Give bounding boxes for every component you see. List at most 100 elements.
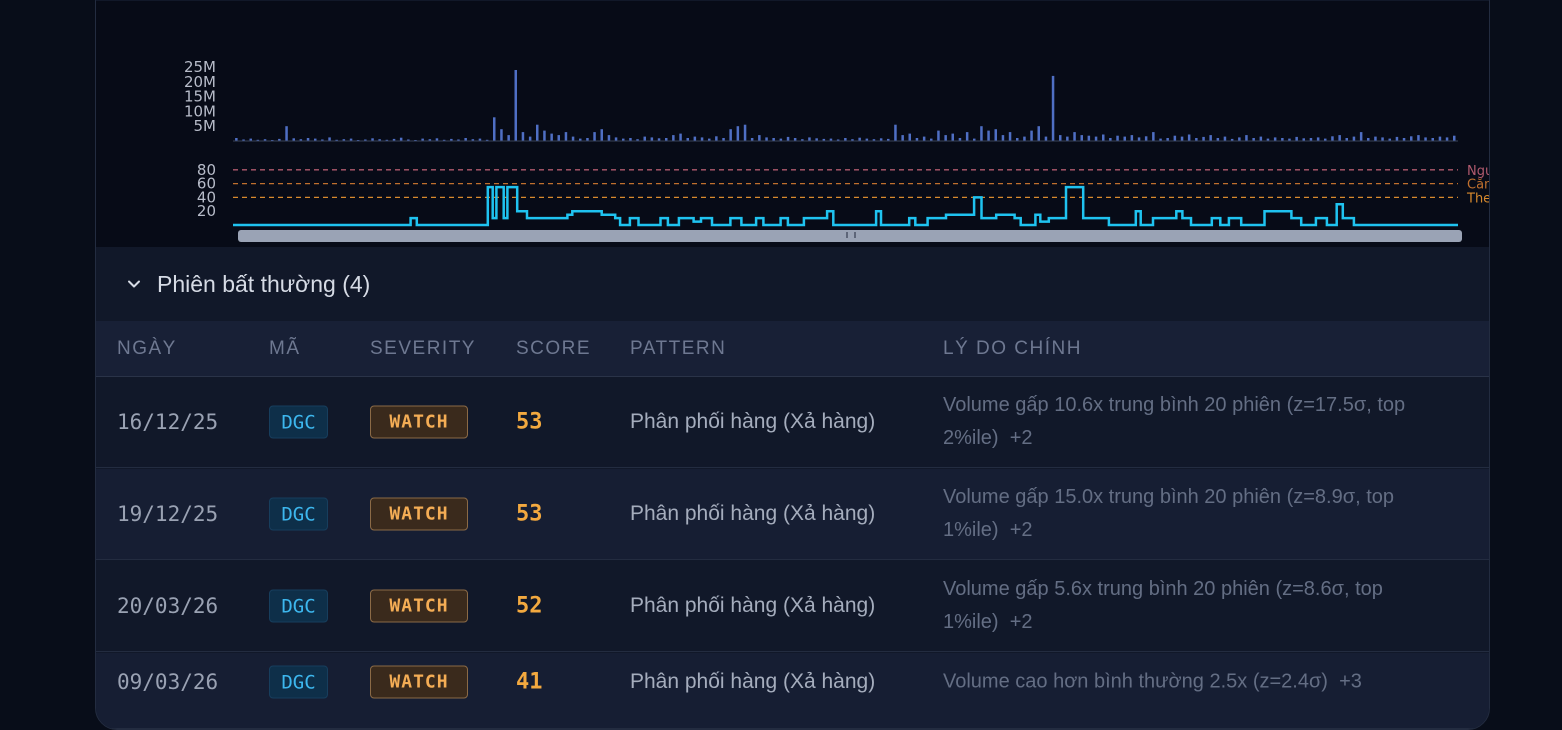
more-reasons-link[interactable]: +2 — [1010, 519, 1033, 541]
volume-bar — [1001, 135, 1005, 141]
volume-bar — [500, 129, 503, 141]
volume-bar — [328, 137, 331, 141]
volume-bar — [528, 136, 532, 141]
more-reasons-link[interactable]: +2 — [1010, 611, 1033, 633]
ticker-badge[interactable]: DGC — [269, 405, 328, 439]
anomaly-section-header[interactable]: Phiên bất thường (4) — [96, 247, 1489, 321]
header-score[interactable]: SCORE — [516, 338, 591, 360]
volume-bar — [1066, 136, 1069, 141]
table-row[interactable]: 09/03/26 DGC WATCH 41 Phân phối hàng (Xả… — [96, 653, 1489, 729]
row-score: 41 — [516, 669, 543, 695]
volume-bar — [557, 135, 560, 141]
header-ticker[interactable]: MÃ — [269, 338, 301, 360]
volume-bar — [743, 124, 747, 141]
volume-bar — [1381, 137, 1384, 141]
volume-bar — [1445, 137, 1449, 141]
score-tick-label: 20 — [197, 202, 216, 220]
header-pattern[interactable]: PATTERN — [630, 338, 726, 360]
volume-bar — [614, 137, 618, 141]
header-severity[interactable]: SEVERITY — [370, 338, 476, 360]
row-reason: Volume gấp 10.6x trung bình 20 phiên (z=… — [943, 389, 1473, 455]
row-pattern: Phân phối hàng (Xả hàng) — [630, 502, 876, 525]
volume-bar — [937, 130, 940, 141]
volume-bar — [1144, 136, 1148, 141]
volume-bar — [693, 136, 697, 141]
row-date: 20/03/26 — [117, 594, 219, 618]
volume-bar — [607, 135, 611, 141]
volume-bar — [1094, 136, 1098, 141]
table-row[interactable]: 20/03/26 DGC WATCH 52 Phân phối hàng (Xả… — [96, 561, 1489, 652]
table-row[interactable]: 16/12/25 DGC WATCH 53 Phân phối hàng (Xả… — [96, 377, 1489, 468]
volume-bar — [808, 137, 811, 141]
volume-bar — [514, 70, 517, 141]
volume-bar — [600, 129, 603, 141]
threshold-label: Ngu — [1467, 164, 1489, 179]
chart-range-scrollbar[interactable] — [238, 230, 1462, 242]
severity-badge: WATCH — [370, 405, 468, 439]
row-pattern: Phân phối hàng (Xả hàng) — [630, 410, 876, 433]
volume-bar — [536, 124, 539, 141]
volume-bar — [550, 133, 553, 141]
volume-bar — [1453, 135, 1456, 141]
volume-bar — [643, 136, 646, 141]
more-reasons-link[interactable]: +2 — [1010, 427, 1033, 449]
volume-bar — [1331, 136, 1334, 141]
volume-bar — [1087, 135, 1091, 141]
volume-bar — [1359, 132, 1363, 141]
row-date: 09/03/26 — [117, 670, 219, 694]
score-series-line — [233, 185, 1458, 227]
scrollbar-grip-icon[interactable] — [846, 232, 856, 238]
volume-bar — [1316, 137, 1320, 141]
volume-bar — [1173, 135, 1177, 141]
row-reason: Volume gấp 15.0x trung bình 20 phiên (z=… — [943, 481, 1473, 547]
volume-bar — [1051, 75, 1055, 141]
threshold-label: Căn — [1467, 178, 1489, 193]
volume-bar — [1410, 136, 1413, 141]
volume-bar — [564, 132, 568, 141]
severity-badge: WATCH — [370, 589, 468, 623]
volume-bar — [1202, 136, 1205, 141]
volume-bar — [736, 126, 740, 141]
volume-bar — [1223, 136, 1227, 141]
volume-bar — [493, 117, 496, 141]
volume-bar — [507, 135, 510, 141]
volume-bar — [1116, 135, 1119, 141]
table-row[interactable]: 19/12/25 DGC WATCH 53 Phân phối hàng (Xả… — [96, 469, 1489, 560]
row-score: 52 — [516, 593, 543, 619]
ticker-badge[interactable]: DGC — [269, 497, 328, 531]
volume-bar — [951, 133, 954, 141]
volume-bar — [1180, 136, 1184, 141]
volume-bar — [1044, 136, 1048, 141]
volume-bar — [672, 135, 675, 141]
volume-bar — [1259, 136, 1263, 141]
volume-bar — [729, 129, 732, 141]
volume-bar — [1130, 135, 1134, 141]
volume-bar — [1209, 135, 1212, 141]
reason-text: Volume cao hơn bình thường 2.5x (z=2.4σ) — [943, 670, 1328, 693]
volume-bar — [1073, 132, 1076, 141]
volume-bar — [1030, 130, 1033, 141]
row-date: 16/12/25 — [117, 410, 219, 434]
volume-bar — [1374, 136, 1377, 141]
ticker-badge[interactable]: DGC — [269, 589, 328, 623]
volume-bar — [1338, 135, 1341, 141]
volume-bar — [1352, 136, 1356, 141]
row-date: 19/12/25 — [117, 502, 219, 526]
header-reason[interactable]: LÝ DO CHÍNH — [943, 338, 1082, 360]
volume-bar — [1417, 135, 1420, 141]
volume-bar — [1102, 134, 1105, 141]
volume-bar — [1080, 135, 1083, 141]
volume-bar — [758, 135, 761, 141]
volume-bar — [1152, 132, 1155, 141]
volume-bar — [922, 136, 926, 141]
more-reasons-link[interactable]: +3 — [1339, 671, 1362, 693]
row-pattern: Phân phối hàng (Xả hàng) — [630, 594, 876, 617]
volume-chart: 25M20M15M10M5M 80604020 NguCănThe — [184, 58, 1489, 227]
chevron-down-icon[interactable] — [124, 274, 144, 294]
section-title: Phiên bất thường (4) — [157, 270, 371, 297]
volume-bar — [980, 126, 983, 141]
ticker-badge[interactable]: DGC — [269, 665, 328, 699]
header-date[interactable]: NGÀY — [117, 338, 177, 360]
volume-bar — [1023, 136, 1026, 141]
volume-bar — [1008, 132, 1012, 141]
